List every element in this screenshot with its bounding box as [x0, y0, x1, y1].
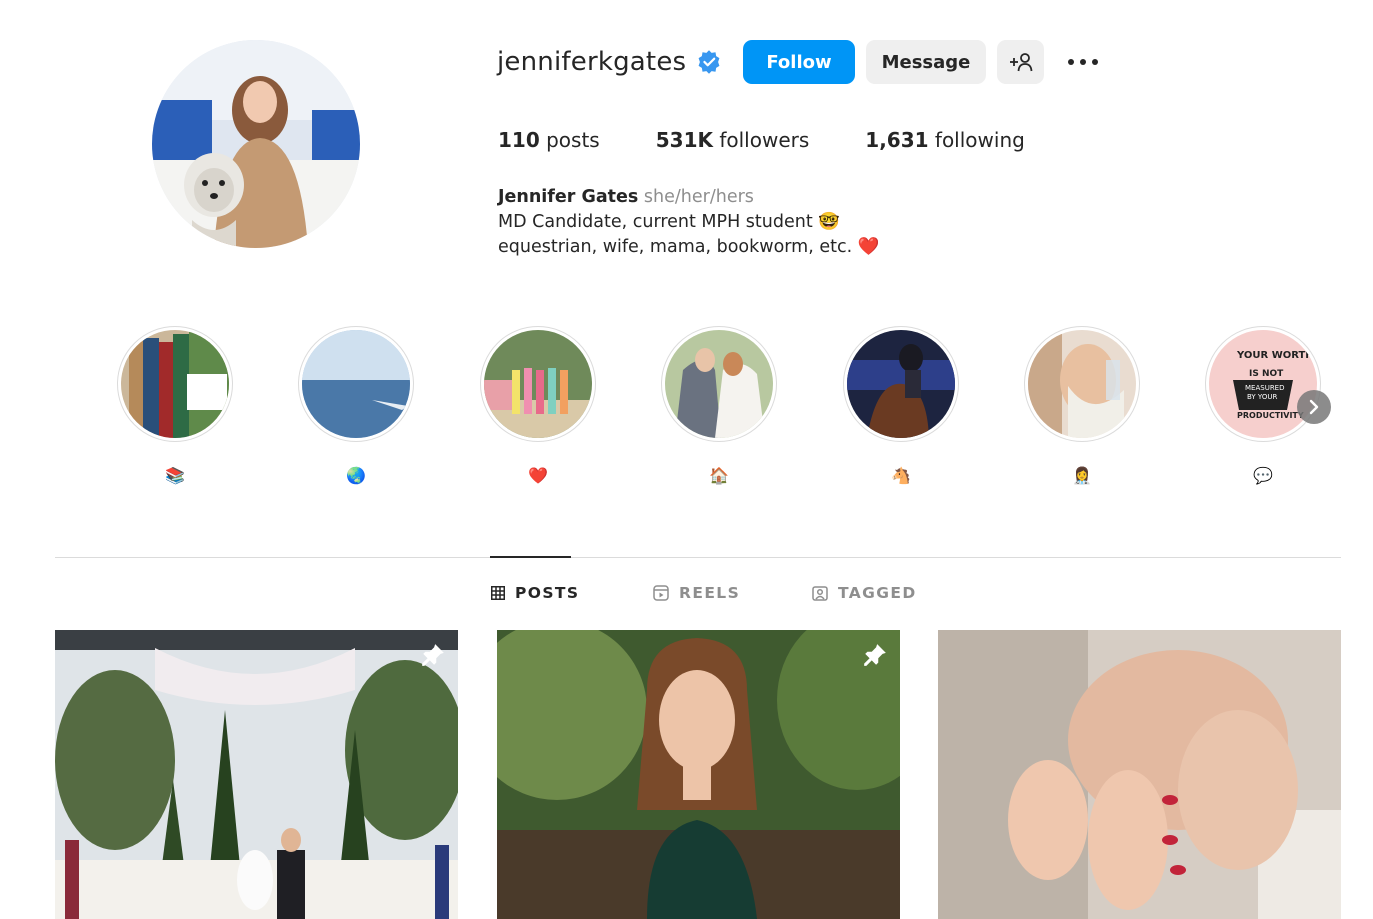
poster-text-1: YOUR WORTH	[1236, 350, 1314, 361]
post-tile[interactable]	[55, 630, 458, 919]
highlight-cover	[1024, 326, 1140, 442]
highlight-label: 🐴	[891, 466, 911, 485]
highlight-label: 🏠	[709, 466, 729, 485]
highlight-label: 🌏	[346, 466, 366, 485]
profile-pronouns: she/her/hers	[643, 187, 754, 207]
add-user-icon	[1009, 52, 1033, 72]
chevron-right-icon	[1308, 399, 1320, 415]
grid-icon	[491, 586, 505, 600]
pinned-post-icon	[420, 642, 446, 672]
highlight-wedding[interactable]: 🏠	[661, 326, 777, 486]
posts-stat: 110 posts	[498, 128, 600, 152]
tab-reels-label: REELS	[679, 584, 741, 602]
following-stat[interactable]: 1,631 following	[865, 128, 1025, 152]
tab-posts-label: POSTS	[515, 584, 580, 602]
poster-text-5: PRODUCTIVITY	[1237, 411, 1304, 420]
followers-stat[interactable]: 531K followers	[656, 128, 810, 152]
highlight-label: ❤️	[528, 466, 548, 485]
post-tile[interactable]	[938, 630, 1341, 919]
tab-tagged-label: TAGGED	[838, 584, 917, 602]
highlight-cover	[843, 326, 959, 442]
post-tile[interactable]	[497, 630, 900, 919]
profile-avatar[interactable]	[152, 40, 360, 248]
highlights-next-button[interactable]	[1297, 390, 1331, 424]
tab-tagged[interactable]: TAGGED	[812, 584, 917, 602]
reels-icon	[653, 585, 669, 601]
profile-stats: 110 posts 531K followers 1,631 following	[498, 128, 1081, 152]
more-options-button[interactable]	[1063, 46, 1103, 78]
followers-label: followers	[719, 128, 810, 152]
poster-text-4: BY YOUR	[1247, 393, 1277, 401]
tagged-icon	[812, 585, 828, 601]
poster-text-3: MEASURED	[1245, 384, 1285, 392]
profile-full-name: Jennifer Gates	[498, 187, 639, 207]
profile-bio: Jennifer Gates she/her/hers MD Candidate…	[498, 185, 880, 260]
message-button[interactable]: Message	[866, 40, 986, 84]
follow-button[interactable]: Follow	[743, 40, 855, 84]
posts-label: posts	[546, 128, 600, 152]
highlight-cover	[117, 326, 233, 442]
bio-line-2: equestrian, wife, mama, bookworm, etc. ❤…	[498, 237, 880, 257]
more-dots-icon	[1067, 58, 1099, 66]
bio-line-1: MD Candidate, current MPH student 🤓	[498, 212, 841, 232]
highlight-equestrian[interactable]: 🐴	[843, 326, 959, 486]
active-tab-indicator	[490, 556, 571, 558]
highlight-travel[interactable]: 🌏	[298, 326, 414, 486]
followers-count: 531K	[655, 128, 713, 152]
highlight-cover: YOUR WORTH IS NOT MEASURED BY YOUR PRODU…	[1205, 326, 1321, 442]
highlight-medicine[interactable]: 👩‍⚕️	[1024, 326, 1140, 486]
highlight-books[interactable]: 📚	[117, 326, 233, 486]
tab-posts[interactable]: POSTS	[491, 584, 579, 602]
profile-username: jenniferkgates	[497, 47, 687, 77]
highlight-cover	[661, 326, 777, 442]
highlight-cover	[480, 326, 596, 442]
highlight-label: 💬	[1253, 466, 1273, 485]
highlight-cover	[298, 326, 414, 442]
pinned-post-icon	[862, 642, 888, 672]
tabs-divider	[55, 557, 1341, 558]
username-row: jenniferkgates	[497, 40, 722, 84]
tab-reels[interactable]: REELS	[653, 584, 740, 602]
poster-text-2: IS NOT	[1249, 369, 1284, 379]
following-label: following	[934, 128, 1025, 152]
posts-count: 110	[498, 128, 540, 152]
suggested-accounts-button[interactable]	[997, 40, 1044, 84]
highlight-friends[interactable]: ❤️	[480, 326, 596, 486]
highlight-label: 👩‍⚕️	[1072, 466, 1092, 485]
following-count: 1,631	[865, 128, 929, 152]
verified-badge-icon	[696, 49, 722, 75]
highlight-label: 📚	[165, 466, 185, 485]
